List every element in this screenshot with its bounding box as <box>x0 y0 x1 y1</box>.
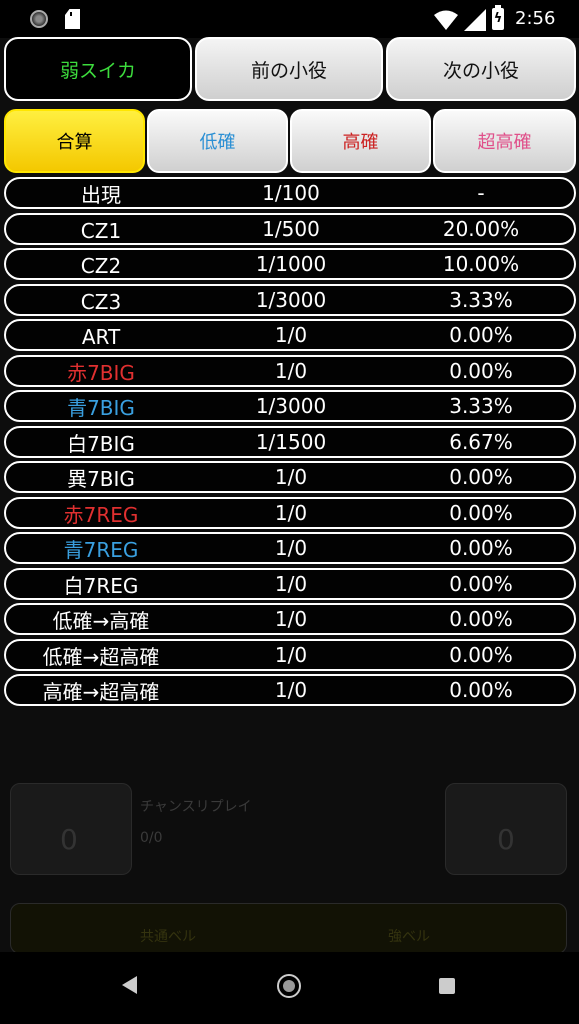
row-rate: 0.00% <box>449 358 513 383</box>
bg-label: 強ベル <box>388 929 430 945</box>
row-label: 低確→高確 <box>52 609 150 633</box>
table-row: 白7REG 1/0 0.00% <box>4 567 576 600</box>
status-bar: ϟ 2:56 <box>0 0 579 38</box>
sd-card-icon <box>65 9 80 29</box>
table-row: 白7BIG 1/1500 6.67% <box>4 425 576 458</box>
next-role-button[interactable]: 次の小役 <box>386 37 576 101</box>
row-probability: 1/0 <box>274 500 308 525</box>
row-label: CZ2 <box>80 254 122 278</box>
bg-label: 共通ベル <box>140 929 196 945</box>
background-app: 0 0 チャンスリプレイ 0/0 共通ベル 強ベル <box>0 38 579 952</box>
signal-icon <box>464 9 486 31</box>
row-rate: 0.00% <box>449 642 513 667</box>
table-row: 低確→高確 1/0 0.00% <box>4 603 576 635</box>
row-rate: 20.00% <box>442 216 520 241</box>
row-label: 赤7REG <box>63 502 139 527</box>
row-rate: 3.33% <box>449 287 513 312</box>
row-label: 高確→超高確 <box>42 680 160 704</box>
table-row: CZ1 1/500 20.00% <box>4 212 576 245</box>
row-label: CZ3 <box>80 289 122 314</box>
row-probability: 1/0 <box>274 571 308 596</box>
row-rate: 0.00% <box>449 571 513 596</box>
row-label: 赤7BIG <box>67 360 135 385</box>
row-probability: 1/0 <box>274 465 308 489</box>
tab-super-high[interactable]: 超高確 <box>433 109 576 173</box>
bg-bar <box>10 903 567 952</box>
row-probability: 1/0 <box>274 536 308 560</box>
row-probability: 1/100 <box>262 181 320 205</box>
table-row: 赤7REG 1/0 0.00% <box>4 496 576 529</box>
row-rate: 0.00% <box>449 500 513 525</box>
mode-tabs: 合算 低確 高確 超高確 <box>4 109 576 175</box>
table-row: 青7BIG 1/3000 3.33% <box>4 390 576 422</box>
row-probability: 1/0 <box>274 323 308 347</box>
top-button-bar: 弱スイカ 前の小役 次の小役 <box>4 37 576 103</box>
row-probability: 1/500 <box>262 216 320 241</box>
row-label: 白7REG <box>63 573 139 598</box>
row-rate: 10.00% <box>442 252 520 276</box>
tab-high[interactable]: 高確 <box>290 109 431 173</box>
table-row: 出現 1/100 - <box>4 177 576 209</box>
back-icon[interactable] <box>122 976 137 994</box>
row-probability: 1/3000 <box>255 287 327 312</box>
small-role-button[interactable]: 弱スイカ <box>4 37 192 101</box>
row-rate: 0.00% <box>449 536 513 560</box>
row-rate: 0.00% <box>449 323 513 347</box>
tab-low[interactable]: 低確 <box>147 109 288 173</box>
row-probability: 1/3000 <box>255 394 327 418</box>
row-probability: 1/1500 <box>255 429 327 454</box>
table-row: 異7BIG 1/0 0.00% <box>4 461 576 493</box>
table-row: CZ2 1/1000 10.00% <box>4 248 576 280</box>
bg-count: 0 <box>497 823 515 856</box>
row-label: 低確→超高確 <box>42 644 160 669</box>
row-label: 異7BIG <box>67 467 135 491</box>
bg-count: 0 <box>60 823 78 856</box>
tab-total[interactable]: 合算 <box>4 109 145 173</box>
row-probability: 1/1000 <box>255 252 327 276</box>
table-row: 赤7BIG 1/0 0.00% <box>4 354 576 387</box>
row-label: 出現 <box>81 183 121 207</box>
row-probability: 1/0 <box>274 358 308 383</box>
battery-icon: ϟ <box>492 5 504 30</box>
table-row: CZ3 1/3000 3.33% <box>4 283 576 316</box>
bg-label: チャンスリプレイ <box>140 799 252 815</box>
row-rate: - <box>477 181 485 205</box>
charging-icon: ϟ <box>493 11 503 26</box>
row-probability: 1/0 <box>274 642 308 667</box>
home-icon[interactable] <box>277 974 301 998</box>
prev-role-button[interactable]: 前の小役 <box>195 37 383 101</box>
row-label: CZ1 <box>80 218 122 243</box>
bg-value: 0/0 <box>140 830 163 846</box>
row-label: 青7BIG <box>67 396 135 420</box>
table-row: ART 1/0 0.00% <box>4 319 576 351</box>
row-rate: 3.33% <box>449 394 513 418</box>
row-rate: 0.00% <box>449 465 513 489</box>
row-rate: 6.67% <box>449 429 513 454</box>
row-rate: 0.00% <box>449 607 513 631</box>
wifi-icon <box>434 10 458 30</box>
row-probability: 1/0 <box>274 678 308 702</box>
recent-apps-icon[interactable] <box>439 978 455 994</box>
clock: 2:56 <box>515 8 556 29</box>
row-label: 白7BIG <box>67 431 135 456</box>
row-label: 青7REG <box>63 538 139 562</box>
table-row: 低確→超高確 1/0 0.00% <box>4 638 576 671</box>
notification-icon <box>30 10 48 28</box>
table-row: 青7REG 1/0 0.00% <box>4 532 576 564</box>
row-rate: 0.00% <box>449 678 513 702</box>
row-label: ART <box>81 325 121 349</box>
table-row: 高確→超高確 1/0 0.00% <box>4 674 576 706</box>
row-probability: 1/0 <box>274 607 308 631</box>
